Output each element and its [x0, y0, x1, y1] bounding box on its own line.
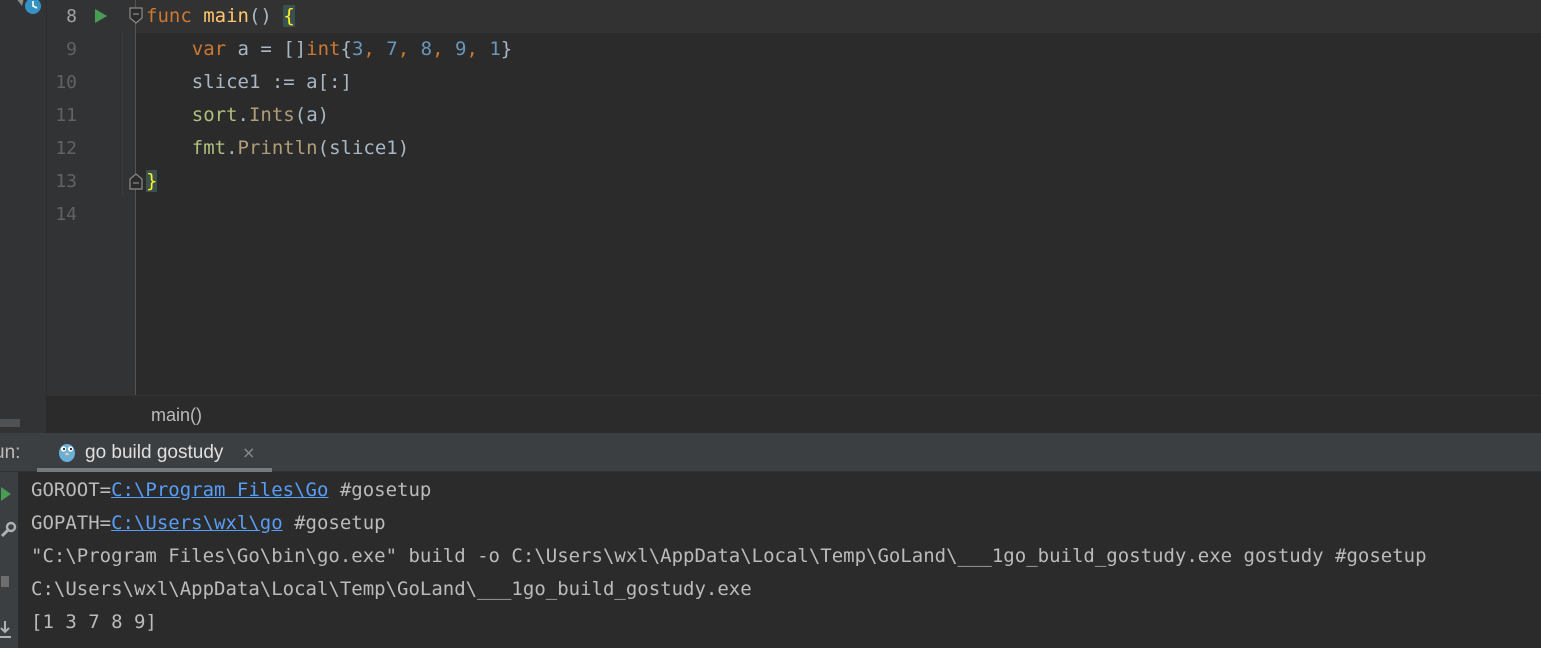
params: (): [248, 5, 284, 27]
line-number: 8: [66, 6, 77, 27]
left-tool-strip: [0, 0, 47, 433]
close-icon[interactable]: ×: [242, 443, 255, 462]
keyword-func: func: [146, 5, 192, 27]
statement: slice1 := a[:]: [191, 71, 352, 93]
stop-icon[interactable]: [0, 571, 18, 593]
number-literal: 3: [351, 38, 364, 60]
comma: ,: [466, 38, 490, 60]
number-literal: 9: [454, 38, 467, 60]
line-number: 11: [55, 105, 77, 126]
console-line: GOROOT=C:\Program Files\Go #gosetup: [31, 474, 431, 507]
fold-icon[interactable]: [129, 172, 143, 190]
line-number: 14: [55, 204, 77, 225]
run-label: un:: [0, 442, 21, 463]
console-line: GOPATH=C:\Users\wxl\go #gosetup: [31, 507, 386, 540]
code-line[interactable]: }: [146, 165, 158, 198]
code-line[interactable]: slice1 := a[:]: [146, 66, 352, 99]
code-line[interactable]: fmt.Println(slice1): [146, 132, 409, 165]
number-literal: 1: [489, 38, 501, 60]
code-line[interactable]: sort.Ints(a): [146, 99, 329, 132]
run-console[interactable]: GOROOT=C:\Program Files\Go #gosetup GOPA…: [0, 472, 1541, 648]
path-link[interactable]: C:\Program Files\Go: [111, 479, 328, 501]
setup-tag: #gosetup: [282, 512, 386, 534]
package-name: fmt: [191, 137, 227, 159]
line-number: 9: [66, 39, 77, 60]
dot: .: [226, 137, 238, 159]
call-args: (slice1): [317, 137, 410, 159]
number-literal: 7: [386, 38, 398, 60]
call-args: (a): [294, 104, 330, 126]
line-number: 12: [55, 138, 77, 159]
run-tool-header: un: go build gostudy ×: [0, 433, 1541, 472]
rerun-icon[interactable]: [0, 483, 18, 505]
comma: ,: [363, 38, 387, 60]
matched-brace: }: [146, 170, 158, 192]
tab-label: go build gostudy: [85, 442, 224, 463]
fold-icon[interactable]: [129, 7, 143, 25]
function-call: Println: [237, 137, 318, 159]
keyword-var: var: [191, 38, 227, 60]
run-gutter-icon[interactable]: [93, 8, 109, 24]
gopher-icon: [59, 444, 75, 462]
breadcrumb[interactable]: main(): [151, 405, 202, 426]
gutter-separator: [135, 0, 136, 395]
tool-clock-icon[interactable]: [12, 0, 42, 18]
wrench-icon[interactable]: [0, 518, 18, 540]
matched-brace: {: [283, 5, 295, 27]
comma: ,: [397, 38, 421, 60]
close-brace: }: [500, 38, 513, 60]
tool-strip-scrollbar[interactable]: [0, 419, 20, 427]
tab-go-build-gostudy[interactable]: go build gostudy ×: [37, 433, 272, 472]
console-line: C:\Users\wxl\AppData\Local\Temp\GoLand\_…: [31, 578, 752, 600]
open-brace: {: [340, 38, 352, 60]
line-number: 13: [55, 171, 77, 192]
env-var-name: GOPATH=: [31, 512, 112, 534]
function-name: main: [203, 5, 249, 27]
code-editor[interactable]: 8 9 10 11 12 13 14 func main() { var a =…: [0, 0, 1541, 433]
breadcrumb-bar: main(): [47, 395, 1541, 433]
function-call: Ints: [248, 104, 295, 126]
caret-row-highlight: [136, 0, 1541, 33]
console-toolbar: [0, 472, 18, 648]
download-icon[interactable]: [0, 619, 18, 641]
path-link[interactable]: C:\Users\wxl\go: [111, 512, 283, 534]
ide-window: 8 9 10 11 12 13 14 func main() { var a =…: [0, 0, 1541, 648]
assign: a = []: [226, 38, 307, 60]
dot: .: [237, 104, 249, 126]
setup-tag: #gosetup: [328, 479, 432, 501]
package-name: sort: [191, 104, 238, 126]
console-output: [1 3 7 8 9]: [31, 611, 157, 633]
indent-guide: [122, 30, 123, 197]
console-line: "C:\Program Files\Go\bin\go.exe" build -…: [31, 545, 1427, 567]
line-number: 10: [55, 72, 77, 93]
code-line[interactable]: func main() {: [146, 0, 295, 33]
code-line[interactable]: var a = []int{3, 7, 8, 9, 1}: [146, 33, 512, 66]
keyword-int: int: [306, 38, 341, 60]
env-var-name: GOROOT=: [31, 479, 112, 501]
number-literal: 8: [420, 38, 433, 60]
comma: ,: [432, 38, 455, 60]
